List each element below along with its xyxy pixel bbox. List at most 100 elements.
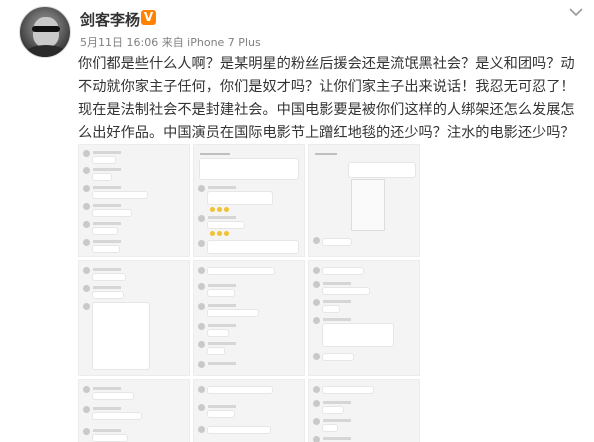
chat-bubble [93, 192, 147, 198]
chat-nickname [208, 362, 236, 365]
chat-bubble [208, 192, 272, 204]
chat-nickname [323, 401, 351, 404]
image-thumbnail[interactable] [193, 144, 305, 257]
chat-avatar [83, 203, 90, 210]
image-thumbnail[interactable] [308, 379, 420, 442]
chat-bubble [349, 163, 415, 177]
chat-nickname [208, 284, 236, 287]
chat-bubble [323, 306, 339, 312]
chat-nickname [93, 429, 121, 432]
avatar-body [24, 45, 68, 57]
chat-nickname [323, 318, 351, 321]
chat-avatar [313, 400, 320, 407]
verified-badge-icon: V [141, 10, 156, 25]
chat-avatar [313, 317, 320, 324]
image-thumbnail[interactable] [308, 144, 420, 257]
chat-nickname [323, 419, 351, 422]
chat-nickname [208, 304, 236, 307]
chat-bubble [200, 159, 298, 179]
image-thumbnail[interactable] [308, 260, 420, 376]
chat-avatar [198, 215, 205, 222]
avatar[interactable] [19, 6, 71, 58]
chat-avatar [198, 341, 205, 348]
chat-bubble [93, 292, 123, 298]
chat-bubble [93, 274, 125, 280]
image-thumbnail[interactable] [193, 379, 305, 442]
image-thumbnail[interactable] [78, 144, 190, 257]
chat-bubble [323, 268, 363, 274]
image-thumbnail[interactable] [193, 260, 305, 376]
chat-bubble [323, 324, 393, 346]
chat-bubble [93, 174, 111, 180]
chat-bubble [323, 387, 373, 393]
emoji-icon [210, 207, 215, 212]
chat-bubble [208, 290, 234, 296]
chat-nickname [208, 186, 236, 189]
chat-bubble [93, 303, 149, 369]
emoji-icon [210, 231, 215, 236]
chat-avatar [83, 185, 90, 192]
chat-bubble [93, 157, 115, 163]
chat-avatar [83, 285, 90, 292]
chat-bubble [208, 330, 228, 336]
emoji-icon [224, 207, 229, 212]
chat-nickname [208, 324, 236, 327]
chat-bubble [93, 210, 131, 216]
chat-avatar [83, 167, 90, 174]
chat-avatar [198, 303, 205, 310]
chat-avatar [83, 221, 90, 228]
chat-bubble [323, 407, 343, 413]
post-text: 你们都是些什么人啊？是某明星的粉丝后援会还是流氓黑社会？是义和团吗？动不动就你家… [78, 56, 575, 141]
chat-avatar [313, 418, 320, 425]
chat-avatar [198, 386, 205, 393]
chat-avatar [83, 406, 90, 413]
chat-avatar [313, 237, 320, 244]
chat-nickname [93, 407, 121, 410]
avatar-face [33, 17, 59, 47]
avatar-glasses [32, 26, 60, 32]
chat-avatar [198, 267, 205, 274]
chat-avatar [83, 428, 90, 435]
image-thumbnail[interactable] [78, 379, 190, 442]
chat-nickname [93, 151, 121, 154]
chat-bubble [93, 246, 119, 252]
chat-bubble [208, 241, 298, 253]
chat-avatar [198, 240, 205, 247]
chat-bubble [323, 239, 351, 245]
chat-nickname [323, 300, 351, 303]
chat-nickname [93, 186, 121, 189]
image-thumbnail[interactable] [78, 260, 190, 376]
chat-bubble [208, 411, 234, 417]
post-meta[interactable]: 5月11日 16:06 来自 iPhone 7 Plus [80, 34, 261, 50]
chat-avatar [198, 283, 205, 290]
chat-nickname [208, 216, 236, 219]
chat-bubble [208, 348, 224, 354]
embedded-screenshot [351, 179, 385, 231]
chat-bubble [93, 435, 127, 441]
chat-nickname [93, 240, 121, 243]
chat-nickname [323, 437, 351, 440]
chat-bubble [93, 393, 133, 399]
username[interactable]: 剑客李杨 [80, 9, 140, 30]
chat-bubble [208, 222, 244, 228]
chat-header [200, 153, 230, 155]
emoji-icon [217, 231, 222, 236]
chat-bubble [208, 427, 270, 433]
chat-avatar [313, 353, 320, 360]
chat-avatar [83, 239, 90, 246]
chat-avatar [83, 267, 90, 274]
chat-nickname [93, 204, 121, 207]
chat-avatar [83, 386, 90, 393]
chat-nickname [93, 168, 121, 171]
chat-avatar [313, 281, 320, 288]
chat-bubble [323, 425, 337, 431]
chat-bubble [93, 228, 117, 234]
chat-avatar [198, 361, 205, 368]
chat-avatar [83, 303, 90, 310]
chat-nickname [93, 286, 121, 289]
chat-nickname [208, 342, 236, 345]
chat-bubble [208, 268, 274, 274]
chat-avatar [198, 426, 205, 433]
chat-nickname [323, 282, 351, 285]
chevron-down-icon[interactable] [569, 7, 583, 17]
